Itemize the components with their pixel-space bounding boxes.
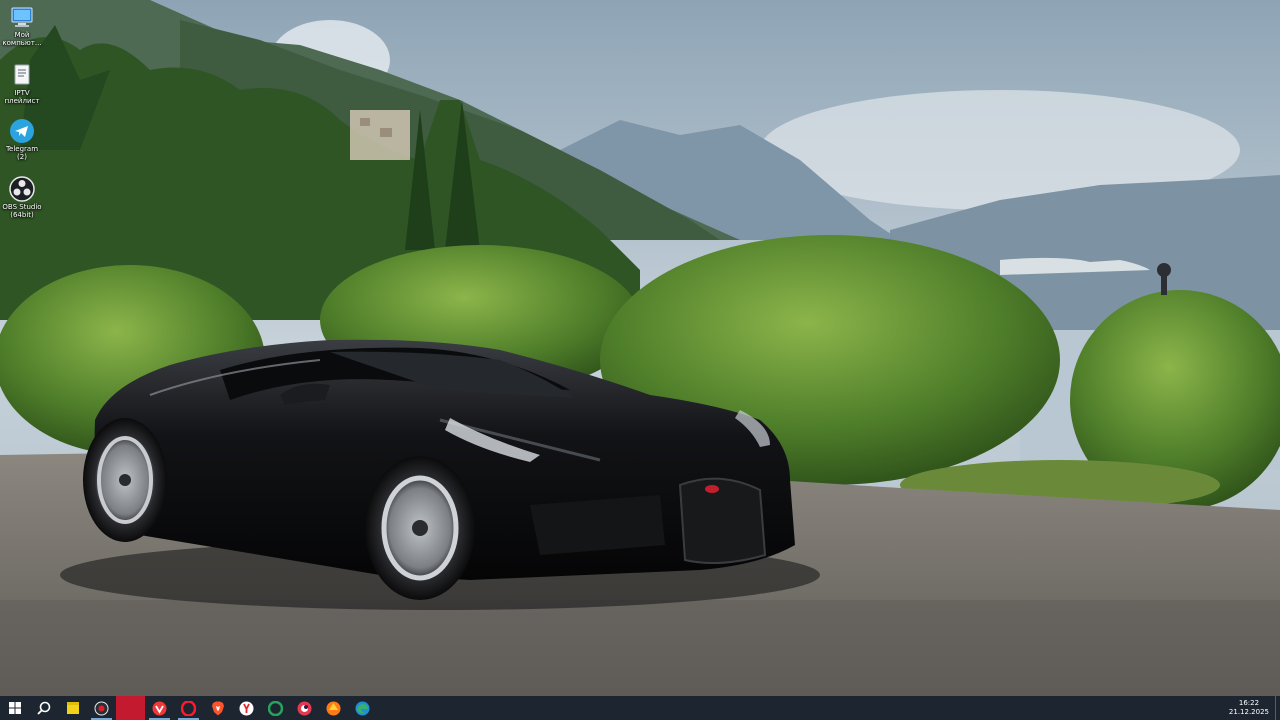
telegram-icon [9,118,35,144]
taskbar-app-orange[interactable] [319,696,348,720]
taskbar-app-vivaldi[interactable] [145,696,174,720]
app-red-icon [297,701,312,715]
taskbar-app-screen-recorder[interactable] [87,696,116,720]
clock-date: 21.12.2025 [1228,708,1269,716]
edge-icon [355,701,370,715]
desktop-wallpaper [0,0,1280,696]
desktop-shortcut-telegram[interactable]: Telegram (2) [0,118,44,161]
yandex-browser-icon [239,701,254,715]
vivaldi-icon [152,701,167,715]
desktop-shortcut-label: Мой компьют... [2,31,42,47]
start-button[interactable] [0,696,29,720]
windows-start-icon [8,702,21,714]
obs-studio-icon [9,176,35,202]
taskbar-clock[interactable]: 16:22 21.12.2025 [1223,699,1275,717]
app-green-icon [268,700,283,716]
desktop-shortcut-label: OBS Studio (64bit) [2,203,42,219]
desktop-shortcut-obs-studio[interactable]: OBS Studio (64bit) [0,176,44,219]
opera-icon [181,700,196,716]
iptv-playlist-icon [9,62,35,88]
taskbar-app-sticky-notes[interactable] [58,696,87,720]
desktop-shortcut-my-computer[interactable]: Мой компьют... [0,4,44,47]
screen-recorder-icon [94,701,109,715]
desktop-shortcut-iptv-playlist[interactable]: IPTV плейлист [0,62,44,105]
app-orange-icon [326,701,341,715]
taskbar-app-red[interactable] [290,696,319,720]
search-icon [36,701,50,715]
taskbar-app-active[interactable] [116,696,145,720]
desktop-shortcut-label: Telegram (2) [5,145,39,161]
my-computer-icon [9,4,35,30]
system-tray: 16:22 21.12.2025 [1223,696,1280,720]
clock-time: 16:22 [1238,699,1260,707]
taskbar-app-brave[interactable] [203,696,232,720]
desktop-shortcut-label: IPTV плейлист [4,89,40,105]
taskbar-app-opera[interactable] [174,696,203,720]
taskbar: 16:22 21.12.2025 [0,696,1280,720]
sticky-notes-icon [66,702,79,714]
active-app-icon [123,701,138,715]
taskbar-app-edge[interactable] [348,696,377,720]
search-button[interactable] [29,696,58,720]
show-desktop-button[interactable] [1275,696,1280,720]
taskbar-app-green[interactable] [261,696,290,720]
brave-icon [211,701,224,715]
taskbar-app-yandex-browser[interactable] [232,696,261,720]
